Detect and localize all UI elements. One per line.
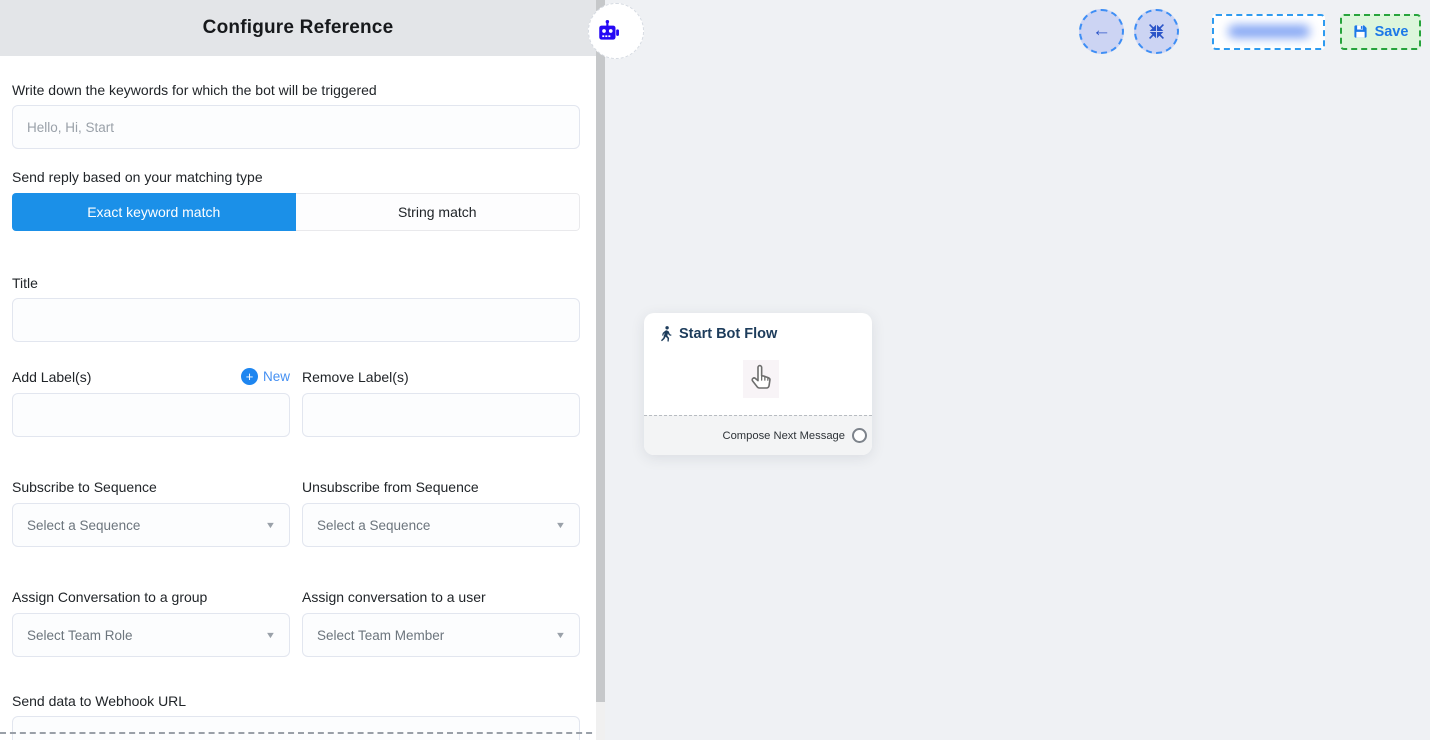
panel-header: Configure Reference (0, 0, 596, 56)
subscribe-sequence-value: Select a Sequence (27, 518, 140, 533)
plus-icon: + (241, 368, 258, 385)
save-floppy-icon (1353, 24, 1368, 39)
bot-badge (588, 3, 644, 59)
assign-user-label: Assign conversation to a user (302, 589, 580, 605)
robot-icon (596, 18, 622, 44)
node-title: Start Bot Flow (679, 326, 777, 342)
panel-body: Write down the keywords for which the bo… (0, 56, 596, 740)
matching-type-label: Send reply based on your matching type (12, 169, 580, 185)
subscribe-sequence-label: Subscribe to Sequence (12, 479, 290, 495)
add-labels-input[interactable] (12, 393, 290, 437)
assign-user-value: Select Team Member (317, 628, 444, 643)
unsubscribe-sequence-value: Select a Sequence (317, 518, 430, 533)
back-button[interactable]: ← (1079, 9, 1124, 54)
chevron-down-icon: ▼ (555, 630, 566, 640)
save-button-label: Save (1375, 24, 1409, 40)
webhook-url-label: Send data to Webhook URL (12, 693, 580, 709)
remove-labels-label: Remove Label(s) (302, 369, 409, 385)
panel-title: Configure Reference (203, 17, 394, 39)
title-input[interactable] (12, 298, 580, 342)
node-footer: Compose Next Message (644, 415, 872, 455)
connection-handle[interactable] (852, 428, 867, 443)
back-arrow-icon: ← (1092, 21, 1111, 40)
remove-labels-input[interactable] (302, 393, 580, 437)
hand-cursor (743, 360, 779, 398)
assign-user-select[interactable]: Select Team Member ▼ (302, 613, 580, 657)
new-label-text: New (263, 369, 290, 384)
panel-resize-divider[interactable] (0, 732, 596, 734)
assign-group-value: Select Team Role (27, 628, 133, 643)
fit-view-button[interactable] (1134, 9, 1179, 54)
assign-group-select[interactable]: Select Team Role ▼ (12, 613, 290, 657)
configure-reference-panel: Configure Reference Write down the keywo… (0, 0, 596, 740)
subscribe-sequence-select[interactable]: Select a Sequence ▼ (12, 503, 290, 547)
chevron-down-icon: ▼ (265, 630, 276, 640)
unsubscribe-sequence-label: Unsubscribe from Sequence (302, 479, 580, 495)
chevron-down-icon: ▼ (265, 520, 276, 530)
add-labels-label: Add Label(s) (12, 369, 91, 385)
tab-exact-keyword-match[interactable]: Exact keyword match (12, 193, 296, 231)
title-label: Title (12, 275, 580, 291)
panel-scrollbar[interactable] (596, 0, 605, 740)
scrollbar-thumb[interactable] (596, 0, 605, 702)
walking-person-icon (660, 326, 673, 342)
unsubscribe-sequence-select[interactable]: Select a Sequence ▼ (302, 503, 580, 547)
start-bot-flow-node[interactable]: Start Bot Flow Compose Next Message (644, 313, 872, 455)
flow-canvas[interactable]: ← (605, 0, 1430, 740)
hand-pointer-icon (748, 364, 774, 394)
compress-arrows-icon (1148, 23, 1165, 40)
compose-next-message-label: Compose Next Message (723, 430, 846, 442)
node-header: Start Bot Flow (644, 313, 872, 342)
keywords-label: Write down the keywords for which the bo… (12, 82, 580, 98)
save-button[interactable]: Save (1340, 14, 1421, 50)
webhook-url-input[interactable] (12, 716, 580, 740)
blurred-label (1228, 25, 1310, 38)
new-label-button[interactable]: + New (241, 368, 290, 385)
tab-string-match[interactable]: String match (296, 193, 581, 231)
chevron-down-icon: ▼ (555, 520, 566, 530)
keywords-input[interactable] (12, 105, 580, 149)
canvas-toolbar: ← (1079, 9, 1421, 54)
matching-type-tabs: Exact keyword match String match (12, 193, 580, 231)
blurred-action-button[interactable] (1212, 14, 1325, 50)
app-root: Configure Reference Write down the keywo… (0, 0, 1430, 740)
assign-group-label: Assign Conversation to a group (12, 589, 290, 605)
